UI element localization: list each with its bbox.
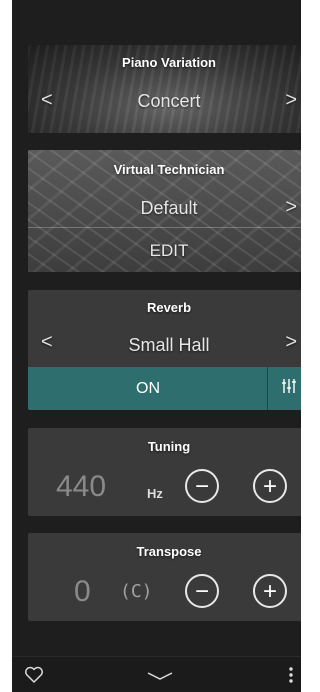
sound-settings-panel: Piano Variation < Concert > Virtual Tech… [12,0,301,692]
minus-icon: − [194,578,209,605]
tuning-unit: Hz [147,486,163,501]
virtual-technician-edit-button[interactable]: EDIT [28,241,301,261]
transpose-title: Transpose [136,544,202,559]
virtual-technician-title: Virtual Technician [113,162,225,177]
reverb-value: Small Hall [128,335,210,355]
chevron-down-icon[interactable] [146,669,174,687]
equalizer-icon [280,377,298,400]
plus-icon: + [262,473,277,500]
piano-variation-value: Concert [137,91,201,111]
reverb-on-toggle[interactable]: ON [28,367,268,410]
tuning-increase-button[interactable]: + [253,469,287,503]
tuning-decrease-button[interactable]: − [185,469,219,503]
transpose-increase-button[interactable]: + [253,574,287,608]
reverb-toggle-bar: ON [28,367,301,410]
virtual-technician-card[interactable]: Virtual Technician Default > EDIT [28,150,301,272]
piano-variation-card[interactable]: Piano Variation < Concert > [28,45,301,133]
heart-icon[interactable] [24,666,44,689]
transpose-card: Transpose 0 (C) − + [28,533,301,621]
bottom-bar [12,656,301,692]
transpose-key: (C) [120,581,153,602]
more-vertical-icon[interactable] [288,666,294,689]
piano-variation-title: Piano Variation [122,55,216,70]
tuning-card: Tuning 440 Hz − + [28,428,301,516]
plus-icon: + [262,578,277,605]
tuning-value: 440 [56,470,107,503]
reverb-next-button[interactable]: > [285,332,297,352]
virtual-technician-divider [28,227,301,228]
reverb-title: Reverb [146,300,192,315]
reverb-settings-button[interactable] [267,367,301,410]
transpose-decrease-button[interactable]: − [185,574,219,608]
transpose-value: 0 [74,575,91,608]
piano-variation-next-button[interactable]: > [285,90,297,110]
tuning-title: Tuning [147,439,191,454]
minus-icon: − [194,473,209,500]
virtual-technician-next-button[interactable]: > [285,197,297,217]
reverb-card: Reverb < Small Hall > ON [28,290,301,410]
virtual-technician-value: Default [140,198,198,218]
